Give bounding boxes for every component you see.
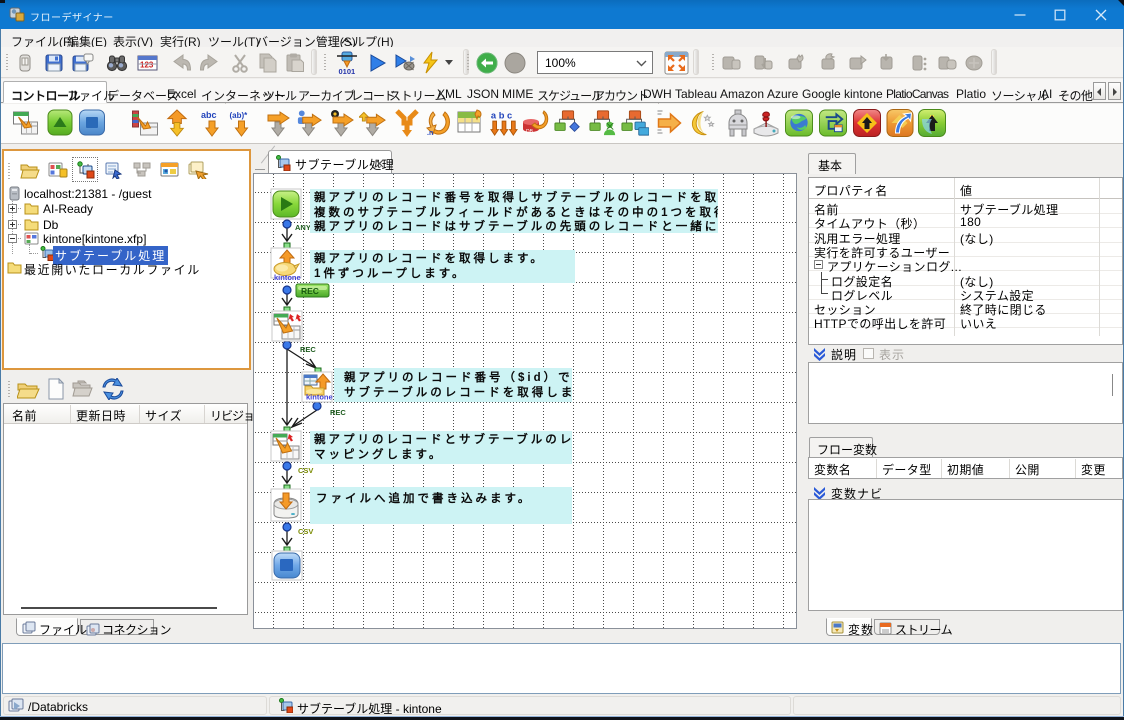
svg-text:CSV: CSV xyxy=(298,466,313,475)
svg-text:ANY: ANY xyxy=(295,223,311,232)
svg-text:.n: .n xyxy=(427,130,433,137)
svg-text:REC: REC xyxy=(300,345,316,354)
svg-text:CSV: CSV xyxy=(298,527,313,536)
svg-text:kintone: kintone xyxy=(274,273,301,282)
svg-text:a b c: a b c xyxy=(491,110,512,120)
svg-text:REC: REC xyxy=(330,408,346,417)
svg-text:DB: DB xyxy=(526,129,534,135)
svg-text:123: 123 xyxy=(140,61,154,70)
svg-text:REC: REC xyxy=(301,286,319,296)
svg-text:abc: abc xyxy=(201,110,217,120)
svg-text:(ab)*: (ab)* xyxy=(230,111,249,120)
svg-text:kintone: kintone xyxy=(306,393,333,402)
svg-text:0101: 0101 xyxy=(339,67,356,75)
